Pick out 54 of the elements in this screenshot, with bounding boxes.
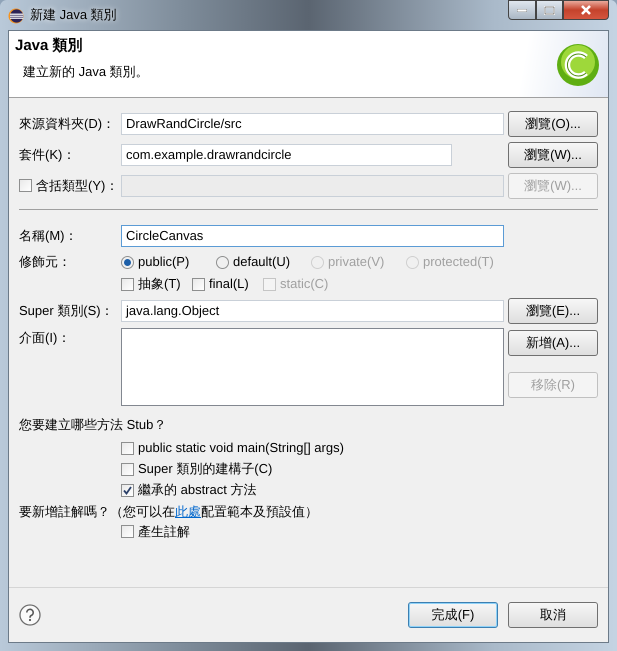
minimize-icon — [517, 8, 527, 12]
field-label: 套件(K)： — [19, 146, 76, 164]
text-field[interactable]: CircleCanvas — [121, 224, 504, 246]
field-label: Super 類別(S)： — [19, 302, 115, 320]
interface-list[interactable] — [121, 328, 504, 406]
page-description: 建立新的 Java 類別。 — [23, 62, 149, 80]
checkbox[interactable] — [121, 484, 134, 496]
field-label: 來源資料夾(D)： — [19, 114, 116, 133]
field-label: 名稱(M)： — [19, 226, 78, 245]
class-icon — [556, 43, 600, 87]
checkbox[interactable] — [19, 179, 32, 192]
radio-button[interactable] — [216, 256, 229, 268]
checkbox-label: 繼承的 abstract 方法 — [138, 481, 256, 500]
browse-button[interactable]: 瀏覽(O)... — [508, 110, 598, 136]
checkbox[interactable] — [121, 442, 134, 454]
add-button[interactable]: 新增(A)... — [508, 330, 598, 356]
radio-button[interactable] — [121, 256, 134, 268]
checkbox-label: 產生註解 — [138, 522, 190, 541]
radio-label: private(V) — [328, 253, 384, 272]
app-icon — [8, 8, 24, 24]
close-button[interactable] — [563, 0, 609, 20]
field-label: 介面(I)： — [19, 329, 72, 347]
checkbox[interactable] — [121, 278, 134, 290]
checkbox-label: 抽象(T) — [138, 275, 181, 294]
text-field[interactable]: DrawRandCircle/src — [121, 112, 504, 134]
question-text: 您要建立哪些方法 Stub？ — [19, 416, 168, 434]
text-field[interactable]: java.lang.Object — [121, 300, 504, 322]
radio-label: default(U) — [233, 253, 290, 272]
checkbox[interactable] — [121, 525, 134, 538]
checkbox[interactable] — [192, 278, 205, 290]
radio-label: public(P) — [138, 253, 190, 272]
window-title: 新建 Java 類別 — [30, 6, 117, 24]
maximize-button[interactable] — [536, 0, 563, 20]
page-title: Java 類別 — [15, 36, 84, 56]
checkbox[interactable] — [121, 462, 134, 476]
help-icon[interactable] — [19, 604, 41, 626]
browse-button[interactable]: 瀏覽(W)... — [508, 142, 598, 168]
minimize-button[interactable] — [508, 0, 536, 20]
checkbox-label: 含括類型(Y)： — [36, 176, 118, 195]
checkbox-label: static(C) — [280, 275, 328, 294]
finish-button[interactable]: 完成(F) — [408, 602, 498, 628]
text-field[interactable] — [121, 174, 504, 196]
checkbox-label: final(L) — [209, 275, 249, 294]
checkbox-label: Super 類別的建構子(C) — [138, 460, 272, 478]
close-icon — [580, 5, 592, 15]
radio-label: protected(T) — [423, 253, 494, 272]
maximize-icon — [544, 6, 555, 14]
question-text: 要新增註解嗎？（您可以在此處配置範本及預設值） — [19, 502, 319, 520]
field-label: 修飾元： — [19, 253, 72, 272]
checkbox-label: public static void main(String[] args) — [138, 439, 344, 458]
browse-button[interactable]: 瀏覽(E)... — [508, 298, 598, 324]
text-field[interactable]: com.example.drawrandcircle — [121, 144, 452, 166]
template-link[interactable]: 此處 — [175, 504, 201, 518]
cancel-button[interactable]: 取消 — [508, 602, 598, 628]
